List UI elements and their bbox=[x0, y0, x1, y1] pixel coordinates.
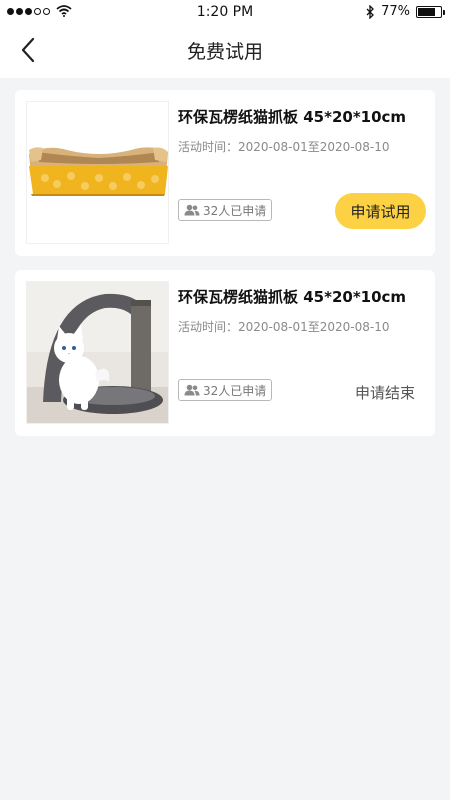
activity-date: 活动时间：2020-08-01至2020-08-10 bbox=[178, 140, 390, 154]
bluetooth-icon bbox=[366, 4, 375, 19]
trial-card[interactable]: 环保瓦楞纸猫抓板 45*20*10cm 活动时间：2020-08-01至2020… bbox=[15, 90, 435, 256]
product-title: 环保瓦楞纸猫抓板 45*20*10cm bbox=[178, 108, 407, 126]
users-icon bbox=[184, 204, 200, 216]
battery-fill bbox=[418, 7, 435, 16]
battery-percent: 77% bbox=[381, 4, 410, 19]
page-title: 免费试用 bbox=[186, 41, 263, 63]
product-image bbox=[26, 281, 169, 424]
users-icon bbox=[184, 384, 200, 396]
nav-bar: 免费试用 bbox=[0, 26, 450, 78]
activity-date: 活动时间：2020-08-01至2020-08-10 bbox=[178, 320, 390, 334]
applicant-count-text: 32人已申请 bbox=[203, 203, 267, 218]
status-bar: 1:20 PM 77% bbox=[0, 0, 450, 26]
battery-icon bbox=[416, 5, 445, 18]
product-title: 环保瓦楞纸猫抓板 45*20*10cm bbox=[178, 288, 407, 306]
applicant-count-text: 32人已申请 bbox=[203, 383, 267, 398]
top-bar: 1:20 PM 77% 免费试用 bbox=[0, 0, 450, 78]
trial-list: 环保瓦楞纸猫抓板 45*20*10cm 活动时间：2020-08-01至2020… bbox=[0, 78, 450, 436]
applicant-count-badge: 32人已申请 bbox=[178, 379, 273, 401]
applicant-count-badge: 32人已申请 bbox=[178, 199, 273, 221]
trial-card[interactable]: 环保瓦楞纸猫抓板 45*20*10cm 活动时间：2020-08-01至2020… bbox=[15, 270, 435, 436]
apply-trial-button[interactable]: 申请试用 bbox=[335, 193, 426, 229]
status-right: 77% bbox=[366, 4, 445, 19]
trial-ended-label: 申请结束 bbox=[354, 384, 415, 402]
product-image bbox=[26, 101, 169, 244]
